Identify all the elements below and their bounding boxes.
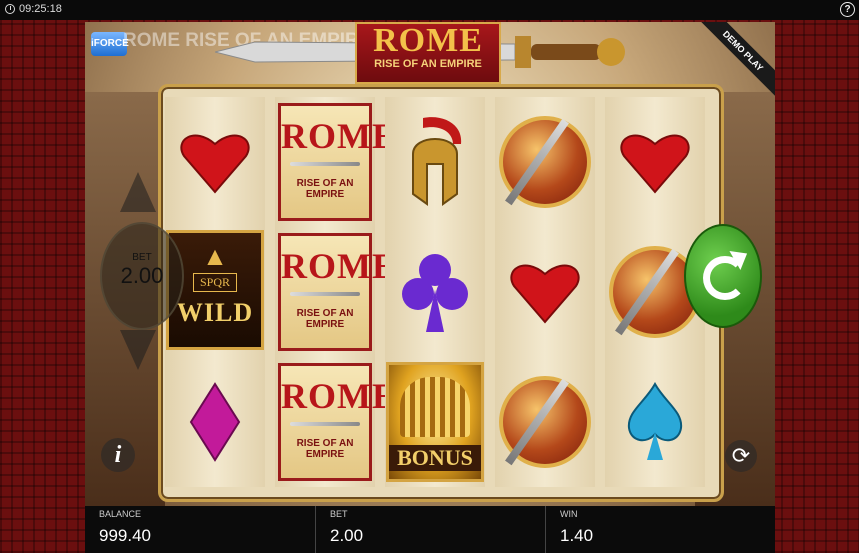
info-button[interactable]: i <box>101 438 135 472</box>
rome-symbol-title: ROME <box>281 376 397 416</box>
heart-icon <box>180 134 250 194</box>
logo-subtitle: RISE OF AN EMPIRE <box>374 58 482 70</box>
wild-label: WILD <box>176 298 254 327</box>
rome-symbol-subtitle: RISE OF AN EMPIRE <box>296 308 354 330</box>
heart-icon <box>510 264 580 324</box>
spin-button[interactable] <box>684 224 762 328</box>
symbol-bonus: BONUS <box>385 359 485 485</box>
club-icon <box>402 254 468 332</box>
symbol-rome: ROME RISE OF AN EMPIRE <box>275 99 397 225</box>
bet-selector-value: 2.00 <box>120 263 164 288</box>
autoplay-icon: ⟳ <box>731 443 751 468</box>
bet-selector[interactable]: BET 2.00 <box>100 222 184 330</box>
symbol-rome: ROME RISE OF AN EMPIRE <box>275 229 397 355</box>
colosseum-icon <box>400 377 470 437</box>
win-display: WIN 1.40 <box>545 506 776 553</box>
symbol-spade <box>605 359 705 485</box>
rome-symbol-title: ROME <box>281 116 397 156</box>
sword-icon <box>290 422 360 426</box>
clock-icon <box>5 4 15 14</box>
shield-icon <box>499 116 591 208</box>
sword-icon <box>290 292 360 296</box>
symbol-club <box>385 229 485 355</box>
wild-emblem: SPQR <box>192 273 238 292</box>
game-area: iFORCE ROME RISE OF AN EMPIRE ROME RISE … <box>85 22 775 506</box>
bet-selector-label: BET <box>132 252 152 263</box>
symbol-diamond <box>165 359 265 485</box>
rome-symbol-subtitle: RISE OF AN EMPIRE <box>296 438 354 460</box>
clock-time: 09:25:18 <box>19 3 62 15</box>
logo-title: ROME <box>373 22 483 59</box>
symbol-shield <box>495 359 595 485</box>
symbol-rome: ROME RISE OF AN EMPIRE <box>275 359 397 485</box>
win-value: 1.40 <box>560 526 594 545</box>
provider-badge: iFORCE <box>91 32 129 56</box>
win-label: WIN <box>560 509 578 519</box>
bet-value: 2.00 <box>330 526 364 545</box>
reel-2: ROME RISE OF AN EMPIRE ROME RISE OF AN E… <box>275 97 397 487</box>
balance-value: 999.40 <box>99 526 151 545</box>
bet-display: BET 2.00 <box>315 506 546 553</box>
reel-4 <box>495 97 595 487</box>
balance-display: BALANCE 999.40 <box>85 506 315 553</box>
symbol-heart <box>495 229 595 355</box>
reel-3: BONUS <box>385 97 485 487</box>
bottom-bar: BALANCE 999.40 BET 2.00 WIN 1.40 <box>85 506 775 553</box>
heart-icon <box>620 134 690 194</box>
spade-icon <box>627 382 683 460</box>
autoplay-button[interactable]: ⟳ <box>725 440 757 472</box>
bonus-label: BONUS <box>389 445 481 471</box>
game-logo: ROME RISE OF AN EMPIRE <box>355 22 501 84</box>
bet-increase-button[interactable] <box>120 172 156 212</box>
shield-icon <box>499 376 591 468</box>
symbol-helmet <box>385 99 485 225</box>
symbol-heart <box>605 99 705 225</box>
symbol-shield <box>495 99 595 225</box>
balance-label: BALANCE <box>99 509 142 519</box>
bet-label: BET <box>330 509 348 519</box>
helmet-icon <box>412 117 462 206</box>
sword-icon <box>290 162 360 166</box>
help-icon[interactable]: ? <box>840 2 855 17</box>
reels-frame: ▲ SPQR WILD ROME RISE OF AN EMPIRE ROME … <box>158 84 724 502</box>
status-bar: 09:25:18 ? <box>0 0 859 20</box>
rome-symbol-subtitle: RISE OF AN EMPIRE <box>296 178 354 200</box>
symbol-heart <box>165 99 265 225</box>
diamond-icon <box>189 382 241 462</box>
rome-symbol-title: ROME <box>281 246 397 286</box>
bet-decrease-button[interactable] <box>120 330 156 370</box>
